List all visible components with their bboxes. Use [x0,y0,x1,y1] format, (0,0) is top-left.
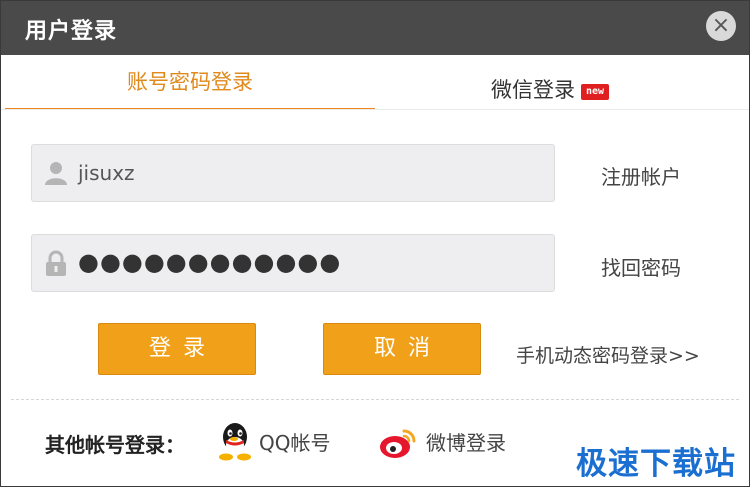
cancel-button[interactable]: 取消 [323,323,481,375]
qq-icon [219,423,251,461]
password-value: ●●●●●●●●●●●● [78,248,342,276]
phone-login-link[interactable]: 手机动态密码登录>> [516,341,700,368]
weibo-icon [380,429,416,458]
qq-login-label: QQ帐号 [259,431,331,455]
login-dialog: 用户登录 × 账号密码登录 微信登录 new jisuxz ●●●●●●●●●●●… [0,0,750,487]
username-value: jisuxz [78,161,135,185]
window-title: 用户登录 [25,19,118,44]
tab-wechat[interactable]: 微信登录 new [375,66,745,108]
tab-account-password[interactable]: 账号密码登录 [5,66,375,110]
tab-wechat-label: 微信登录 [490,78,575,102]
tabs-divider [1,109,749,110]
tab-wechat-text: 微信登录 new [490,78,610,102]
new-badge: new [580,84,610,100]
user-icon [45,162,67,185]
password-field[interactable]: ●●●●●●●●●●●● [31,234,555,292]
lock-icon [46,250,66,276]
title-bar: 用户登录 × [1,1,749,55]
weibo-login-label: 微博登录 [426,431,506,455]
close-icon[interactable]: × [706,11,736,41]
section-divider [11,399,739,400]
other-account-label: 其他帐号登录： [45,433,185,457]
register-link[interactable]: 注册帐户 [601,161,681,190]
login-button[interactable]: 登录 [98,323,256,375]
tab-account-password-label: 账号密码登录 [127,70,253,94]
watermark-text: 极速下载站 [576,446,736,482]
username-field[interactable]: jisuxz [31,144,555,202]
recover-password-link[interactable]: 找回密码 [601,252,681,281]
